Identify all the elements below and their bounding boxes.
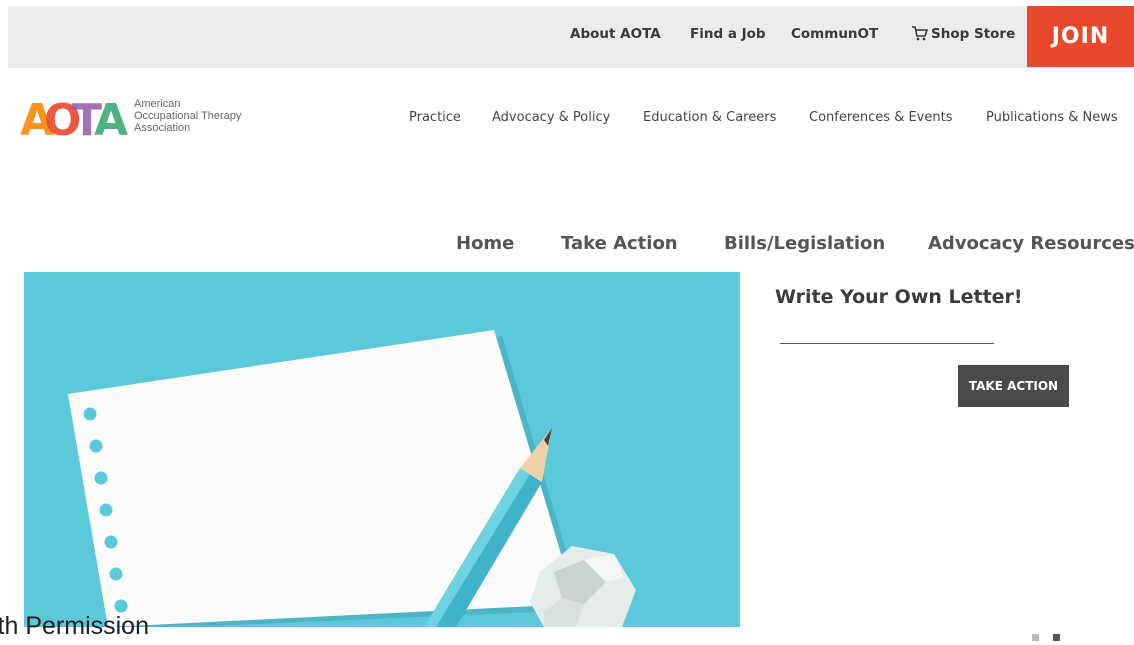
subnav-take-action[interactable]: Take Action xyxy=(561,233,678,254)
logo-wordmark: American Occupational Therapy Associatio… xyxy=(134,98,241,134)
nav-conferences-events[interactable]: Conferences & Events xyxy=(809,110,952,125)
find-a-job-link[interactable]: Find a Job xyxy=(690,26,766,42)
communot-link[interactable]: CommunOT xyxy=(791,26,878,42)
shop-store-label: Shop Store xyxy=(931,26,1016,42)
nav-education-careers[interactable]: Education & Careers xyxy=(643,110,776,125)
title-divider xyxy=(780,343,994,344)
carousel-dot-1[interactable] xyxy=(1032,634,1039,641)
carousel-dots xyxy=(1032,626,1069,645)
hero-image xyxy=(24,272,740,627)
nav-advocacy-policy[interactable]: Advocacy & Policy xyxy=(492,110,610,125)
shop-store-link[interactable]: Shop Store xyxy=(911,26,1015,42)
carousel-dot-2[interactable] xyxy=(1053,634,1061,641)
subnav-advocacy-resources[interactable]: Advocacy Resources xyxy=(928,233,1134,254)
aota-logo[interactable]: A O T A American Occupational Therapy As… xyxy=(20,95,320,140)
nav-practice[interactable]: Practice xyxy=(409,110,461,125)
subnav-home[interactable]: Home xyxy=(456,233,514,254)
aota-logo-mark: A O T A xyxy=(20,95,128,140)
logo-line-3: Association xyxy=(134,122,191,134)
join-button[interactable]: JOIN xyxy=(1027,6,1134,67)
shopping-cart-icon xyxy=(912,26,928,41)
take-action-button[interactable]: TAKE ACTION xyxy=(958,365,1069,407)
nav-publications-news[interactable]: Publications & News xyxy=(986,110,1118,125)
svg-text:A: A xyxy=(94,95,128,140)
logo-line-1: American xyxy=(134,98,181,110)
paper-and-pencil-illustration xyxy=(24,272,740,627)
about-aota-link[interactable]: About AOTA xyxy=(570,26,661,42)
permission-caption: ith Permission xyxy=(0,612,149,640)
subnav-bills-legislation[interactable]: Bills/Legislation xyxy=(724,233,885,254)
write-letter-title: Write Your Own Letter! xyxy=(775,286,1023,308)
logo-line-2: Occupational Therapy xyxy=(134,110,242,122)
